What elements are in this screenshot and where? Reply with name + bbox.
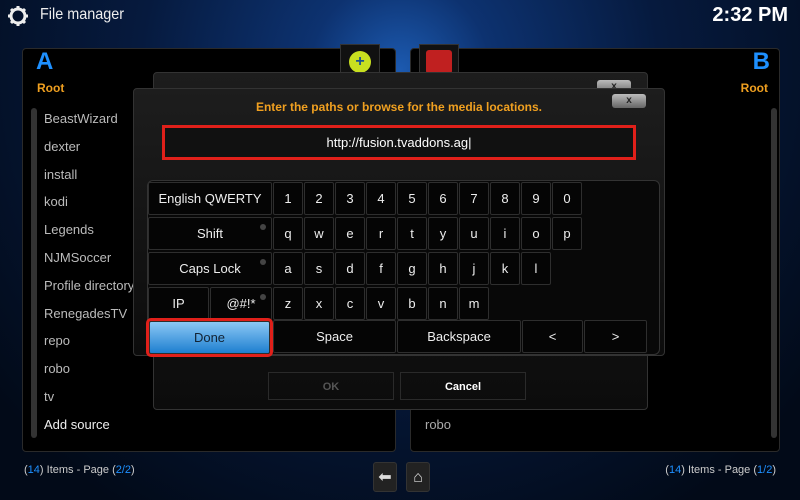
ok-button[interactable]: OK <box>268 372 394 400</box>
list-item[interactable]: Legends <box>44 222 94 237</box>
key-3[interactable]: 3 <box>335 182 365 215</box>
clock: 2:32 PM <box>712 4 788 26</box>
back-arrow-icon[interactable]: ⬅ <box>373 462 397 492</box>
left-panel-letter: A <box>36 48 54 75</box>
ip-key[interactable]: IP <box>148 287 209 320</box>
left-scrollbar[interactable] <box>31 108 37 438</box>
done-key[interactable]: Done <box>146 318 273 357</box>
key-0[interactable]: 0 <box>552 182 582 215</box>
left-panel-path: Root <box>37 81 65 95</box>
key-k[interactable]: k <box>490 252 520 285</box>
key-1[interactable]: 1 <box>273 182 303 215</box>
key-c[interactable]: c <box>335 287 365 320</box>
left-arrow-key[interactable]: < <box>522 320 583 353</box>
toggle-indicator <box>260 224 266 230</box>
layout-key[interactable]: English QWERTY <box>148 182 272 215</box>
key-6[interactable]: 6 <box>428 182 458 215</box>
key-q[interactable]: q <box>273 217 303 250</box>
list-item[interactable]: Add source <box>44 417 110 432</box>
key-5[interactable]: 5 <box>397 182 427 215</box>
key-p[interactable]: p <box>552 217 582 250</box>
space-key[interactable]: Space <box>273 320 396 353</box>
page-indicator: 2/2 <box>115 464 132 476</box>
key-w[interactable]: w <box>304 217 334 250</box>
page-indicator: 1/2 <box>757 464 773 476</box>
backspace-key[interactable]: Backspace <box>397 320 521 353</box>
home-icon[interactable]: ⌂ <box>406 462 430 492</box>
list-item[interactable]: Profile directory <box>44 278 134 293</box>
dialog-prompt: Enter the paths or browse for the media … <box>255 100 543 114</box>
shift-key[interactable]: Shift <box>148 217 272 250</box>
key-9[interactable]: 9 <box>521 182 551 215</box>
key-z[interactable]: z <box>273 287 303 320</box>
list-item[interactable]: repo <box>44 333 70 348</box>
key-b[interactable]: b <box>397 287 427 320</box>
items-label: Items - Page <box>46 464 110 476</box>
symbols-key[interactable]: @#!* <box>210 287 272 320</box>
list-item[interactable]: BeastWizard <box>44 111 118 126</box>
path-input[interactable]: http://fusion.tvaddons.ag| <box>162 125 636 160</box>
list-item[interactable]: NJMSoccer <box>44 250 111 265</box>
toggle-indicator <box>260 294 266 300</box>
key-d[interactable]: d <box>335 252 365 285</box>
key-r[interactable]: r <box>366 217 396 250</box>
item-count: 14 <box>668 464 682 476</box>
key-8[interactable]: 8 <box>490 182 520 215</box>
key-e[interactable]: e <box>335 217 365 250</box>
caps-lock-key[interactable]: Caps Lock <box>148 252 272 285</box>
list-item[interactable]: install <box>44 167 77 182</box>
items-label: Items - Page <box>687 464 751 476</box>
key-h[interactable]: h <box>428 252 458 285</box>
key-f[interactable]: f <box>366 252 396 285</box>
left-footer: (14) Items - Page (2/2) <box>24 464 135 476</box>
key-y[interactable]: y <box>428 217 458 250</box>
window-title: File manager <box>40 6 125 23</box>
gear-icon <box>8 6 28 26</box>
right-scrollbar[interactable] <box>771 108 777 438</box>
right-arrow-key[interactable]: > <box>584 320 647 353</box>
key-a[interactable]: a <box>273 252 303 285</box>
item-count: 14 <box>27 464 40 476</box>
key-g[interactable]: g <box>397 252 427 285</box>
list-item[interactable]: dexter <box>44 139 80 154</box>
list-item[interactable]: RenegadesTV <box>44 306 127 321</box>
list-item[interactable]: tv <box>44 389 54 404</box>
right-panel-letter: B <box>752 48 770 75</box>
list-item[interactable]: kodi <box>44 194 68 209</box>
key-t[interactable]: t <box>397 217 427 250</box>
right-list-item[interactable]: robo <box>425 417 451 432</box>
key-x[interactable]: x <box>304 287 334 320</box>
key-u[interactable]: u <box>459 217 489 250</box>
right-footer: (14) Items - Page (1/2) <box>665 464 776 476</box>
key-2[interactable]: 2 <box>304 182 334 215</box>
key-o[interactable]: o <box>521 217 551 250</box>
key-4[interactable]: 4 <box>366 182 396 215</box>
key-i[interactable]: i <box>490 217 520 250</box>
toggle-indicator <box>260 259 266 265</box>
key-7[interactable]: 7 <box>459 182 489 215</box>
key-n[interactable]: n <box>428 287 458 320</box>
key-j[interactable]: j <box>459 252 489 285</box>
key-m[interactable]: m <box>459 287 489 320</box>
key-l[interactable]: l <box>521 252 551 285</box>
list-item[interactable]: robo <box>44 361 70 376</box>
cancel-button[interactable]: Cancel <box>400 372 526 400</box>
key-v[interactable]: v <box>366 287 396 320</box>
key-s[interactable]: s <box>304 252 334 285</box>
right-panel-path: Root <box>740 81 768 95</box>
